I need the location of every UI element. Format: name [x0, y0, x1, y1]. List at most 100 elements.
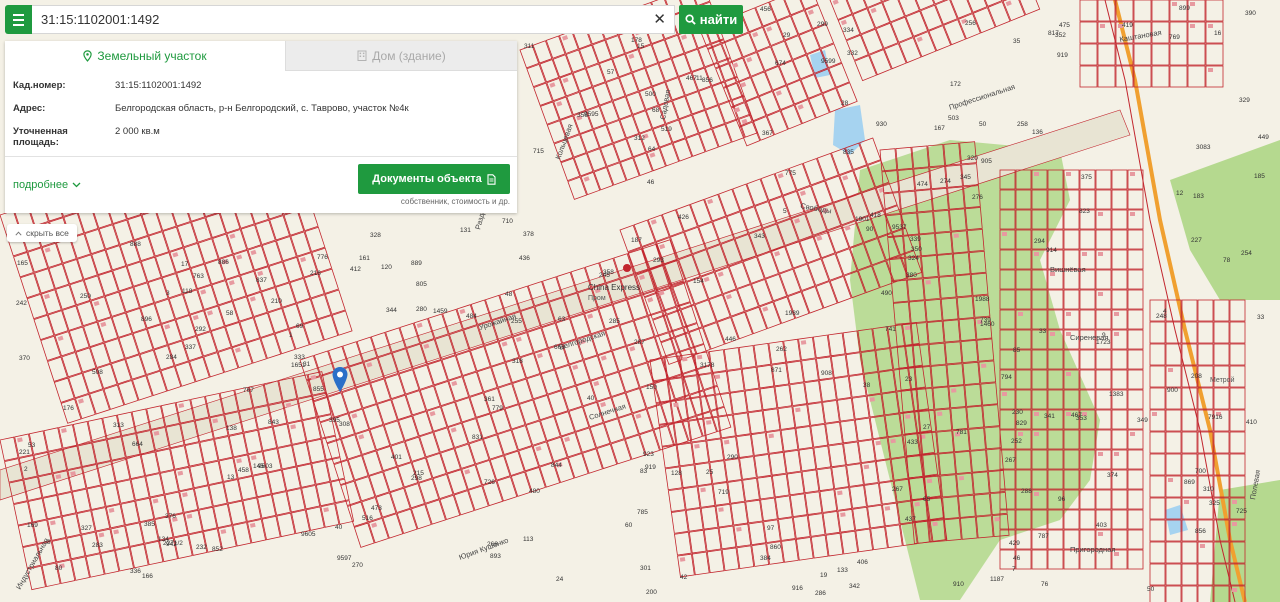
parcel-number: 406 [857, 559, 868, 566]
parcel-number: 40 [587, 395, 595, 402]
menu-button[interactable] [5, 5, 32, 34]
parcel-number: 860 [770, 544, 781, 551]
parcel-number: 25 [706, 469, 714, 476]
more-details-link[interactable]: подробнее [13, 179, 81, 191]
building-footprint [837, 490, 843, 496]
parcel-number: 267 [1005, 457, 1016, 464]
tab-land-plot[interactable]: Земельный участок [5, 41, 285, 71]
parcel-number: 349 [1137, 417, 1148, 424]
building-footprint [905, 414, 911, 419]
parcel-number: 1 [289, 332, 293, 339]
parcel-number: 449 [1258, 134, 1269, 141]
parcel-number: 2271/2 [163, 540, 183, 547]
parcel-number: 1901 [855, 216, 870, 223]
parcel-number: 78 [1223, 257, 1231, 264]
find-button[interactable]: найти [679, 5, 743, 34]
parcel-number: 508 [92, 369, 103, 376]
parcel-number: 339 [910, 236, 921, 243]
parcel-number: 15 [637, 43, 645, 50]
parcel-number: 375 [1081, 174, 1092, 181]
location-pin-icon[interactable] [331, 366, 349, 393]
parcel-number: 9597 [337, 555, 352, 562]
documents-button-label: Документы объекта [372, 173, 482, 185]
parcel-number: 9605 [301, 531, 316, 538]
parcel-number: 519 [661, 126, 672, 133]
parcel-number: 311 [524, 43, 535, 50]
building-footprint [679, 557, 686, 562]
parcel-number: 516 [362, 515, 373, 522]
search-input[interactable] [41, 12, 641, 27]
parcel-number: 418 [870, 212, 881, 219]
hide-all-button[interactable]: скрыть все [7, 224, 77, 242]
search-field[interactable]: ✕ [32, 5, 675, 34]
poi-metroy[interactable]: Метрой [1210, 376, 1235, 384]
building-footprint [1184, 500, 1189, 504]
cadastral-number-label: Кад.номер: [13, 80, 66, 91]
parcel-number: 327 [81, 525, 92, 532]
parcel-number: 270 [352, 562, 363, 569]
parcel-number: 446 [725, 336, 736, 343]
parcel-number: 900 [1167, 387, 1178, 394]
parcel-number: 401 [391, 454, 402, 461]
area-row: Уточненная площадь: 2 000 кв.м [13, 126, 509, 148]
document-icon [487, 173, 496, 185]
parcel-number: 178 [631, 37, 642, 44]
parcel-number: 230 [1012, 409, 1023, 416]
building-footprint [714, 374, 721, 380]
parcel-number: 242 [16, 300, 27, 307]
building-footprint [696, 354, 703, 360]
parcel-number: 436 [519, 255, 530, 262]
parcel-number: 869 [1184, 479, 1195, 486]
building-footprint [1100, 24, 1105, 28]
building-footprint [1152, 412, 1157, 416]
parcel-number: 856 [702, 77, 713, 84]
building-footprint [1098, 452, 1103, 456]
building-footprint [1200, 544, 1205, 548]
building-footprint [1082, 252, 1087, 256]
parcel-number: 96 [1058, 496, 1066, 503]
parcel-number: 341 [1044, 413, 1055, 420]
building-footprint [994, 516, 1000, 522]
parcel-number: 284 [166, 354, 177, 361]
parcel-number: 40 [335, 524, 343, 531]
parcel-number: 385 [144, 521, 155, 528]
parcel-number: 410 [1246, 419, 1257, 426]
building-footprint [681, 356, 688, 362]
parcel-number: 57 [607, 69, 615, 76]
clear-search-icon[interactable]: ✕ [653, 11, 666, 28]
parcel-number: 287 [634, 339, 645, 346]
building-footprint [1066, 372, 1071, 376]
address-label: Адрес: [13, 103, 46, 114]
parcel-number: 829 [1016, 420, 1027, 427]
parcel-number: 367 [762, 130, 773, 137]
building-footprint [1208, 68, 1213, 72]
parcel-number: 252 [1011, 438, 1022, 445]
parcel-number: 136 [1032, 129, 1043, 136]
parcel-number: 473 [371, 505, 382, 512]
parcel-number: 893 [490, 553, 501, 560]
parcel-number: 120 [381, 264, 392, 271]
parcel-number: 23 [905, 376, 913, 383]
poi-label: China Express [588, 283, 640, 292]
parcel-number: 715 [533, 148, 544, 155]
building-footprint [890, 438, 896, 444]
parcel-number: 145 [253, 463, 264, 470]
parcel-number: 429 [1009, 540, 1020, 547]
documents-button[interactable]: Документы объекта [358, 164, 510, 194]
parcel-number: 329 [1239, 97, 1250, 104]
parcel-number: 805 [416, 281, 427, 288]
parcel-number: 169 [27, 522, 38, 529]
parcel-number: 276 [972, 194, 983, 201]
building-footprint [1098, 532, 1103, 536]
tab-building[interactable]: Дом (здание) [285, 41, 517, 71]
parcel-number: 844 [551, 462, 562, 469]
parcel-number: 914 [1046, 247, 1057, 254]
parcel-number: 333 [294, 354, 305, 361]
parcel-number: 312 [634, 135, 645, 142]
street-name: Вишнёвая [1050, 265, 1086, 274]
parcel-number: 776 [317, 254, 328, 261]
building-footprint [863, 464, 870, 470]
parcel-number: 19 [820, 572, 828, 579]
parcel-number: 1460 [980, 321, 995, 328]
parcel-number: 719 [718, 489, 729, 496]
